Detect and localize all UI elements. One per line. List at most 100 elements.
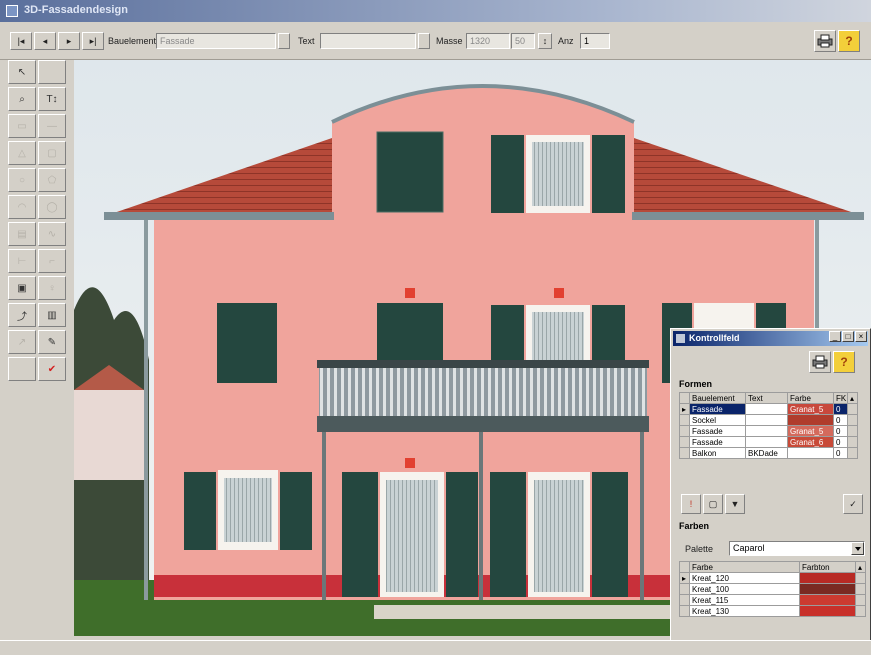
masse-spin-button[interactable]: ↕ [538, 33, 552, 49]
column-header[interactable]: Farbe [787, 392, 834, 404]
bauelement-field[interactable]: Fassade [156, 33, 276, 49]
fk-cell[interactable]: 0 [833, 403, 848, 415]
arc-tool[interactable]: ◠ [8, 195, 36, 219]
pointer-tool[interactable]: ↖ [8, 60, 36, 84]
formen-row[interactable]: Fassade Granat_5 0 [679, 425, 858, 437]
last-record-button[interactable]: ▸| [82, 32, 104, 50]
scroll-track-cell[interactable] [855, 605, 866, 617]
scroll-track-cell[interactable] [855, 572, 866, 584]
blank-tool[interactable] [38, 60, 66, 84]
first-record-button[interactable]: |◂ [10, 32, 32, 50]
farbe-name-cell[interactable]: Kreat_120 [689, 572, 800, 584]
farbe-name-cell[interactable]: Kreat_115 [689, 594, 800, 606]
farbe-cell[interactable]: Granat_6 [787, 436, 834, 448]
formen-row[interactable]: Fassade Granat_6 0 [679, 436, 858, 448]
maximize-button[interactable]: □ [842, 331, 854, 342]
apply-button[interactable]: ✓ [843, 494, 863, 514]
row-selector[interactable] [679, 583, 690, 595]
farben-row[interactable]: ▸ Kreat_120 [679, 572, 866, 584]
dialog-help-button[interactable]: ? [833, 351, 855, 373]
farbe-cell[interactable] [787, 414, 834, 426]
zoom-tool[interactable]: ⌕ [8, 87, 36, 111]
scroll-track-cell[interactable] [847, 414, 858, 426]
print-button[interactable] [814, 30, 836, 52]
edit-shape-button[interactable]: ! [681, 494, 701, 514]
scroll-track-cell[interactable] [855, 594, 866, 606]
chevron-down-icon[interactable] [851, 542, 864, 555]
triangle-tool[interactable]: △ [8, 141, 36, 165]
scroll-track-cell[interactable] [847, 447, 858, 459]
fk-cell[interactable]: 0 [833, 425, 848, 437]
new-shape-button[interactable]: ▢ [703, 494, 723, 514]
column-header[interactable]: Farbton [799, 561, 856, 573]
farben-row[interactable]: Kreat_100 [679, 583, 866, 595]
formen-row[interactable]: Sockel 0 [679, 414, 858, 426]
row-selector[interactable] [679, 425, 690, 437]
scroll-track-cell[interactable] [847, 436, 858, 448]
text-cell[interactable] [745, 414, 788, 426]
text-picker-button[interactable] [418, 33, 430, 49]
ellipse-tool[interactable]: ◯ [38, 195, 66, 219]
grid-tool[interactable]: ▤ [8, 222, 36, 246]
text-cell[interactable] [745, 436, 788, 448]
row-selector[interactable] [679, 414, 690, 426]
bauelement-cell[interactable]: Sockel [689, 414, 746, 426]
scroll-up-cell[interactable]: ▴ [847, 392, 858, 404]
masse-field[interactable]: 1320 [466, 33, 510, 49]
dialog-print-button[interactable] [809, 351, 831, 373]
brush-tool[interactable]: ✎ [38, 330, 66, 354]
text-tool[interactable]: T↕ [38, 87, 66, 111]
row-selector[interactable] [679, 594, 690, 606]
next-record-button[interactable]: ▸ [58, 32, 80, 50]
column-header[interactable]: Text [745, 392, 788, 404]
row-selector[interactable] [679, 436, 690, 448]
text-field[interactable] [320, 33, 416, 49]
paint-tool[interactable]: ✔ [38, 357, 66, 381]
fill-shape-button[interactable]: ▼ [725, 494, 745, 514]
column-header[interactable]: Farbe [689, 561, 800, 573]
farbe-cell[interactable]: Granat_5 [787, 403, 834, 415]
title-bar[interactable]: 3D-Fassadendesign [0, 0, 871, 22]
bauelement-cell[interactable]: Fassade [689, 425, 746, 437]
polygon-tool[interactable]: ⬠ [38, 168, 66, 192]
corner-tool[interactable]: ⌐ [38, 249, 66, 273]
farbton-swatch[interactable] [799, 594, 856, 606]
circle-tool[interactable]: ○ [8, 168, 36, 192]
scroll-up-cell[interactable]: ▴ [855, 561, 866, 573]
farben-row[interactable]: Kreat_130 [679, 605, 866, 617]
farbton-swatch[interactable] [799, 572, 856, 584]
anz-field[interactable]: 1 [580, 33, 610, 49]
book-tool[interactable]: ▥ [38, 303, 66, 327]
line-tool[interactable]: — [38, 114, 66, 138]
rect-tool[interactable]: ▭ [8, 114, 36, 138]
row-selector[interactable]: ▸ [679, 403, 690, 415]
scroll-track-cell[interactable] [847, 425, 858, 437]
arrow-tool[interactable]: ↗ [8, 330, 36, 354]
farbe-name-cell[interactable]: Kreat_130 [689, 605, 800, 617]
minimize-button[interactable]: _ [829, 331, 841, 342]
farbton-swatch[interactable] [799, 583, 856, 595]
column-header[interactable]: FK [833, 392, 848, 404]
wave-tool[interactable]: ∿ [38, 222, 66, 246]
palette-select[interactable]: Caparol [729, 541, 865, 556]
frame-tool[interactable]: ▢ [38, 141, 66, 165]
text-cell[interactable] [745, 425, 788, 437]
row-selector[interactable] [679, 447, 690, 459]
bauelement-cell[interactable]: Balkon [689, 447, 746, 459]
fk-cell[interactable]: 0 [833, 436, 848, 448]
farbe-name-cell[interactable]: Kreat_100 [689, 583, 800, 595]
measure-tool[interactable]: ⊢ [8, 249, 36, 273]
previous-record-button[interactable]: ◂ [34, 32, 56, 50]
row-selector[interactable]: ▸ [679, 572, 690, 584]
formen-row[interactable]: ▸ Fassade Granat_5 0 [679, 403, 858, 415]
farben-row[interactable]: Kreat_115 [679, 594, 866, 606]
formen-row[interactable]: Balkon BKDade 0 [679, 447, 858, 459]
farbe-cell[interactable]: Granat_5 [787, 425, 834, 437]
close-button[interactable]: × [855, 331, 867, 342]
fk-cell[interactable]: 0 [833, 414, 848, 426]
bauelement-picker-button[interactable] [278, 33, 290, 49]
scroll-track-cell[interactable] [847, 403, 858, 415]
lamp-tool[interactable]: ♀ [38, 276, 66, 300]
image-tool[interactable]: ▣ [8, 276, 36, 300]
fk-cell[interactable]: 0 [833, 447, 848, 459]
